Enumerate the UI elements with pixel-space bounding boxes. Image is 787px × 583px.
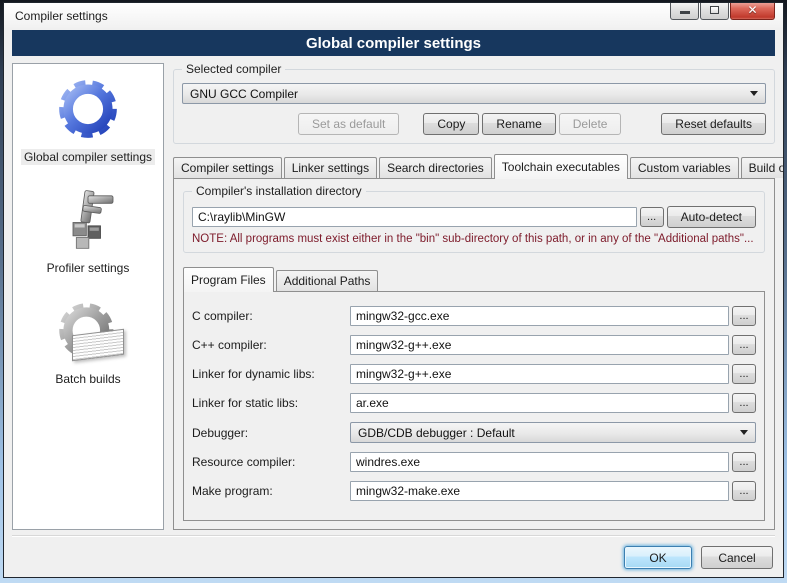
sidebar-item-profiler-settings[interactable]: Profiler settings — [44, 187, 133, 276]
minimize-button[interactable] — [670, 2, 699, 20]
program-files-tab-strip: Program Files Additional Paths — [183, 267, 765, 291]
browse-button[interactable]: ... — [732, 452, 756, 472]
field-label: Linker for static libs: — [192, 396, 350, 410]
sidebar-item-label: Batch builds — [52, 371, 123, 387]
field-label: Debugger: — [192, 426, 350, 440]
dialog-footer: OK Cancel — [12, 535, 775, 577]
browse-button[interactable]: ... — [732, 481, 756, 501]
field-label: Resource compiler: — [192, 455, 350, 469]
compiler-settings-dialog: Compiler settings ✕ Global compiler sett… — [3, 2, 784, 578]
compiler-buttons-row: Set as default Copy Rename Delete Reset … — [182, 113, 766, 135]
browse-button[interactable]: ... — [732, 364, 756, 384]
tab-search-directories[interactable]: Search directories — [379, 157, 492, 178]
installation-directory-input[interactable] — [192, 207, 637, 227]
maximize-button[interactable] — [700, 2, 729, 20]
tab-toolchain-executables[interactable]: Toolchain executables — [494, 154, 628, 179]
field-row-debugger: Debugger: GDB/CDB debugger : Default — [192, 422, 756, 443]
chevron-down-icon — [750, 91, 758, 96]
field-label: C compiler: — [192, 309, 350, 323]
window-frame: Compiler settings ✕ Global compiler sett… — [0, 0, 787, 583]
gray-gear-papers-icon — [58, 298, 118, 362]
minimize-icon — [680, 11, 690, 14]
window-controls: ✕ — [669, 2, 775, 20]
field-row-c-compiler: C compiler: ... — [192, 306, 756, 326]
cancel-button[interactable]: Cancel — [701, 546, 773, 569]
tab-custom-variables[interactable]: Custom variables — [630, 157, 739, 178]
resource-compiler-input[interactable] — [350, 452, 729, 472]
browse-directory-button[interactable]: ... — [640, 207, 664, 227]
selected-compiler-dropdown[interactable]: GNU GCC Compiler — [182, 83, 766, 104]
close-button[interactable]: ✕ — [730, 2, 775, 20]
tab-additional-paths[interactable]: Additional Paths — [276, 270, 379, 291]
field-row-make-program: Make program: ... — [192, 481, 756, 501]
sidebar-item-label: Global compiler settings — [21, 149, 155, 165]
program-files-panel: C compiler: ... C++ compiler: ... Linker… — [183, 291, 765, 521]
set-as-default-button[interactable]: Set as default — [298, 113, 399, 135]
window-title: Compiler settings — [15, 9, 108, 23]
browse-button[interactable]: ... — [732, 335, 756, 355]
main-panel: Selected compiler GNU GCC Compiler Set a… — [173, 63, 775, 530]
auto-detect-button[interactable]: Auto-detect — [667, 206, 756, 228]
browse-button[interactable]: ... — [732, 306, 756, 326]
maximize-icon — [710, 6, 719, 14]
tab-build-options[interactable]: Build options — [741, 157, 784, 178]
installation-directory-row: ... Auto-detect — [192, 206, 756, 228]
note-text: NOTE: All programs must exist either in … — [192, 233, 756, 245]
blue-gear-icon — [57, 76, 119, 140]
field-label: Linker for dynamic libs: — [192, 367, 350, 381]
tab-linker-settings[interactable]: Linker settings — [284, 157, 377, 178]
group-title: Compiler's installation directory — [192, 184, 366, 198]
field-label: Make program: — [192, 484, 350, 498]
static-linker-input[interactable] — [350, 393, 729, 413]
dialog-body: Global compiler settings — [4, 56, 783, 530]
copy-button[interactable]: Copy — [423, 113, 479, 135]
chevron-down-icon — [740, 430, 748, 435]
rename-button[interactable]: Rename — [482, 113, 555, 135]
sidebar: Global compiler settings — [12, 63, 164, 530]
sidebar-item-label: Profiler settings — [44, 260, 133, 276]
group-title: Selected compiler — [182, 62, 285, 76]
delete-button[interactable]: Delete — [559, 113, 622, 135]
sidebar-item-batch-builds[interactable]: Batch builds — [52, 298, 123, 387]
c-compiler-input[interactable] — [350, 306, 729, 326]
reset-defaults-button[interactable]: Reset defaults — [661, 113, 766, 135]
make-program-input[interactable] — [350, 481, 729, 501]
field-row-cpp-compiler: C++ compiler: ... — [192, 335, 756, 355]
caliper-icon — [58, 187, 118, 251]
settings-tab-strip: Compiler settings Linker settings Search… — [173, 153, 775, 178]
tab-compiler-settings[interactable]: Compiler settings — [173, 157, 282, 178]
close-icon: ✕ — [747, 4, 757, 16]
debugger-value: GDB/CDB debugger : Default — [358, 426, 740, 440]
installation-directory-group: Compiler's installation directory ... Au… — [183, 191, 765, 253]
ok-button[interactable]: OK — [624, 546, 692, 569]
cpp-compiler-input[interactable] — [350, 335, 729, 355]
debugger-dropdown[interactable]: GDB/CDB debugger : Default — [350, 422, 756, 443]
browse-button[interactable]: ... — [732, 393, 756, 413]
field-row-resource-compiler: Resource compiler: ... — [192, 452, 756, 472]
selected-compiler-group: Selected compiler GNU GCC Compiler Set a… — [173, 69, 775, 144]
sidebar-item-global-compiler-settings[interactable]: Global compiler settings — [21, 76, 155, 165]
field-label: C++ compiler: — [192, 338, 350, 352]
title-bar[interactable]: Compiler settings ✕ — [4, 3, 783, 28]
dynamic-linker-input[interactable] — [350, 364, 729, 384]
toolchain-executables-panel: Compiler's installation directory ... Au… — [173, 178, 775, 530]
selected-compiler-value: GNU GCC Compiler — [190, 87, 750, 101]
tab-program-files[interactable]: Program Files — [183, 267, 274, 292]
field-row-static-linker: Linker for static libs: ... — [192, 393, 756, 413]
field-row-dynamic-linker: Linker for dynamic libs: ... — [192, 364, 756, 384]
page-title: Global compiler settings — [12, 30, 775, 56]
